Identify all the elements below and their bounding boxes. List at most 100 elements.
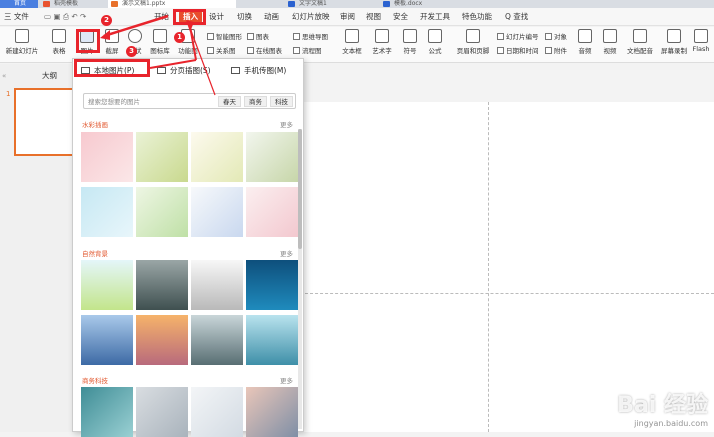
watercolor-thumb[interactable] <box>136 132 188 182</box>
placeholder-guide <box>488 102 489 432</box>
chip-spring[interactable]: 春天 <box>218 96 241 107</box>
online-chart-icon <box>247 47 254 54</box>
menu-features[interactable]: 特色功能 <box>462 11 492 23</box>
nature-thumb[interactable] <box>246 260 298 310</box>
paged-picture-option[interactable]: 分页插图(S) <box>157 64 211 78</box>
doc-voice-button[interactable]: 文档配音 <box>625 29 655 55</box>
dropdown-scrollbar[interactable] <box>298 129 302 429</box>
watercolor-thumb[interactable] <box>191 132 243 182</box>
watercolor-thumb[interactable] <box>81 132 133 182</box>
search-menu[interactable]: Q 查找 <box>505 11 528 23</box>
paperclip-icon <box>545 47 552 54</box>
icon-library-icon <box>153 29 167 43</box>
quick-access-icons[interactable]: ▭ ▣ ⎙ ↶ ↷ <box>44 11 86 23</box>
menu-review[interactable]: 审阅 <box>340 11 355 23</box>
slide-thumbnail[interactable] <box>14 88 74 156</box>
phone-icon <box>231 67 240 74</box>
more-link[interactable]: 更多 <box>280 119 293 129</box>
scrollbar-thumb[interactable] <box>298 129 302 249</box>
shape-icon <box>128 29 142 43</box>
tab-home[interactable]: 首页 <box>0 0 38 8</box>
nature-thumb[interactable] <box>136 315 188 365</box>
docer-icon <box>43 1 50 7</box>
nature-thumb[interactable] <box>81 315 133 365</box>
table-button[interactable]: 表格 <box>48 29 70 55</box>
symbol-button[interactable]: 符号 <box>400 29 420 55</box>
new-slide-icon <box>15 29 29 43</box>
phone-picture-option[interactable]: 手机传图(M) <box>231 64 286 78</box>
nature-thumb[interactable] <box>191 260 243 310</box>
video-button[interactable]: 视频 <box>600 29 620 55</box>
nature-thumb[interactable] <box>246 315 298 365</box>
flowchart-button[interactable]: 流程图 <box>293 45 322 55</box>
calendar-icon <box>497 47 504 54</box>
watercolor-thumb[interactable] <box>246 187 298 237</box>
slide-number-button[interactable]: 幻灯片编号 <box>497 31 539 41</box>
video-icon <box>603 29 617 43</box>
tab-presentation[interactable]: 演示文稿1.pptx <box>108 0 236 8</box>
flowchart-icon <box>293 47 300 54</box>
chip-business[interactable]: 商务 <box>244 96 267 107</box>
datetime-button[interactable]: 日期和时间 <box>497 45 539 55</box>
watercolor-thumb[interactable] <box>136 187 188 237</box>
watercolor-thumb[interactable] <box>191 187 243 237</box>
tab-template-doc[interactable]: 模板.docx <box>380 0 450 8</box>
watercolor-thumb[interactable] <box>246 132 298 182</box>
menu-slideshow[interactable]: 幻灯片放映 <box>292 11 330 23</box>
nature-thumb[interactable] <box>81 260 133 310</box>
smart-shape-button[interactable]: 智能图形 <box>207 31 242 41</box>
pi-icon <box>428 29 442 43</box>
formula-button[interactable]: 公式 <box>425 29 445 55</box>
chip-tech[interactable]: 科技 <box>270 96 293 107</box>
menu-security[interactable]: 安全 <box>393 11 408 23</box>
slide-number-icon <box>497 33 504 40</box>
more-link[interactable]: 更多 <box>280 375 293 385</box>
chart-icon <box>247 33 254 40</box>
audio-button[interactable]: 音频 <box>575 29 595 55</box>
slide-canvas[interactable] <box>300 102 714 432</box>
screen-record-button[interactable]: 屏幕录制 <box>660 29 688 55</box>
collapse-icon[interactable]: « <box>2 72 6 80</box>
mindmap-button[interactable]: 思维导图 <box>293 31 328 41</box>
menu-developer[interactable]: 开发工具 <box>420 11 450 23</box>
business-thumb[interactable] <box>246 387 298 437</box>
paged-image-icon <box>157 67 166 74</box>
header-footer-button[interactable]: 页眉和页脚 <box>455 29 491 55</box>
new-slide-button[interactable]: 新建幻灯片 <box>2 29 42 55</box>
menu-home[interactable]: 开始 <box>154 11 169 23</box>
icon-library-button[interactable]: 图标库 <box>148 29 172 55</box>
nature-thumb[interactable] <box>136 260 188 310</box>
step-badge-2: 2 <box>101 15 112 26</box>
menu-transition[interactable]: 切换 <box>237 11 252 23</box>
outline-tab[interactable]: 大纲 <box>42 70 57 81</box>
attachment-button[interactable]: 附件 <box>545 45 567 55</box>
nature-thumb[interactable] <box>191 315 243 365</box>
picture-search-input[interactable]: 搜索您想要的图片 春天 商务 科技 <box>83 93 296 109</box>
art-text-button[interactable]: 艺术字 <box>370 29 394 55</box>
relation-icon <box>207 47 214 54</box>
flash-icon <box>694 29 708 43</box>
doc-icon <box>288 1 295 7</box>
screenshot-button[interactable]: 截屏 <box>101 29 123 55</box>
business-thumb[interactable] <box>191 387 243 437</box>
menu-view[interactable]: 视图 <box>366 11 381 23</box>
online-chart-button[interactable]: 在线图表 <box>247 45 282 55</box>
more-link[interactable]: 更多 <box>280 248 293 258</box>
step-badge-1: 1 <box>174 32 185 43</box>
watercolor-thumb[interactable] <box>81 187 133 237</box>
relation-chart-button[interactable]: 关系图 <box>207 45 236 55</box>
menu-design[interactable]: 设计 <box>209 11 224 23</box>
screenshot-icon <box>105 29 119 43</box>
chart-button[interactable]: 图表 <box>247 31 269 41</box>
flash-button[interactable]: Flash <box>690 29 712 53</box>
file-menu[interactable]: 三 文件 <box>4 11 29 23</box>
business-thumb[interactable] <box>136 387 188 437</box>
tab-docer[interactable]: 稻壳模板 <box>40 0 106 8</box>
business-thumb[interactable] <box>81 387 133 437</box>
tab-writer-doc[interactable]: 文字文稿1 <box>285 0 369 8</box>
menu-animation[interactable]: 动画 <box>264 11 279 23</box>
object-button[interactable]: 对象 <box>545 31 567 41</box>
slide-number: 1 <box>6 90 11 98</box>
textbox-button[interactable]: 文本框 <box>340 29 364 55</box>
mindmap-icon <box>293 33 300 40</box>
